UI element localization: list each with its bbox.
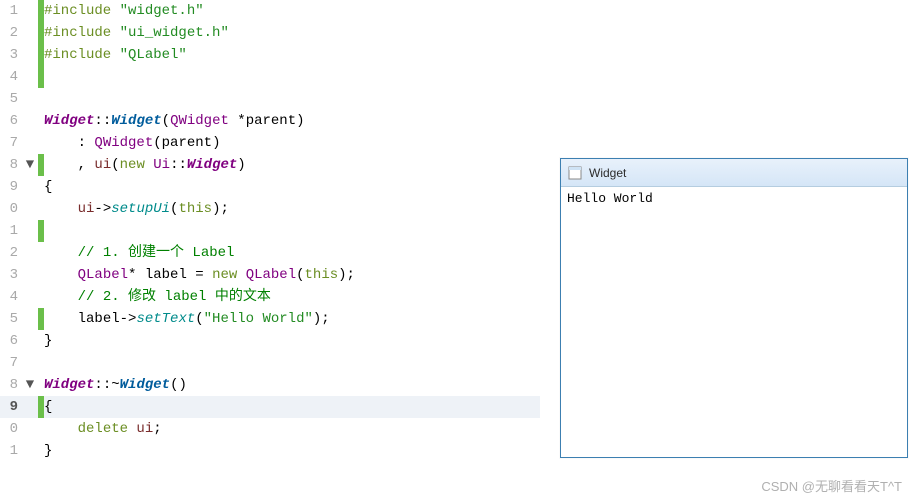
- code-line[interactable]: #include "ui_widget.h": [44, 22, 540, 44]
- code-line[interactable]: Widget::~Widget(): [44, 374, 540, 396]
- line-number: 4: [0, 66, 22, 88]
- window-title: Widget: [589, 166, 626, 180]
- line-number: 4: [0, 286, 22, 308]
- code-line[interactable]: label->setText("Hello World");: [44, 308, 540, 330]
- code-line[interactable]: QLabel* label = new QLabel(this);: [44, 264, 540, 286]
- fold-gutter: [22, 0, 38, 22]
- code-line[interactable]: #include "QLabel": [44, 44, 540, 66]
- line-number: 6: [0, 110, 22, 132]
- app-client-area: Hello World: [561, 187, 907, 210]
- code-line[interactable]: #include "widget.h": [44, 0, 540, 22]
- line-number: 6: [0, 330, 22, 352]
- fold-toggle[interactable]: ▼: [22, 374, 38, 396]
- code-line[interactable]: delete ui;: [44, 418, 540, 440]
- code-line[interactable]: [44, 352, 540, 374]
- code-line[interactable]: {: [44, 396, 540, 418]
- code-line[interactable]: // 2. 修改 label 中的文本: [44, 286, 540, 308]
- code-line[interactable]: Widget::Widget(QWidget *parent): [44, 110, 540, 132]
- code-line[interactable]: [44, 88, 540, 110]
- line-number: 7: [0, 352, 22, 374]
- hello-label: Hello World: [567, 191, 653, 206]
- code-line[interactable]: , ui(new Ui::Widget): [44, 154, 540, 176]
- line-number: 1: [0, 220, 22, 242]
- line-number: 0: [0, 418, 22, 440]
- line-number: 5: [0, 88, 22, 110]
- titlebar[interactable]: Widget: [561, 159, 907, 187]
- code-line[interactable]: }: [44, 440, 540, 462]
- line-number: 0: [0, 198, 22, 220]
- code-line[interactable]: {: [44, 176, 540, 198]
- line-number: 1: [0, 0, 22, 22]
- code-line[interactable]: ui->setupUi(this);: [44, 198, 540, 220]
- line-number: 5: [0, 308, 22, 330]
- code-line[interactable]: [44, 66, 540, 88]
- line-number: 9: [0, 396, 22, 418]
- line-number: 3: [0, 44, 22, 66]
- code-area: 1 #include "widget.h" 2 #include "ui_wid…: [0, 0, 540, 462]
- code-line[interactable]: // 1. 创建一个 Label: [44, 242, 540, 264]
- line-number: 9: [0, 176, 22, 198]
- running-app-window[interactable]: Widget Hello World: [560, 158, 908, 458]
- code-line[interactable]: : QWidget(parent): [44, 132, 540, 154]
- line-number: 3: [0, 264, 22, 286]
- line-number: 1: [0, 440, 22, 462]
- app-icon: [567, 165, 583, 181]
- line-number: 7: [0, 132, 22, 154]
- line-number: 2: [0, 22, 22, 44]
- code-line[interactable]: [44, 220, 540, 242]
- watermark: CSDN @无聊看看天T^T: [761, 476, 902, 495]
- line-number: 8: [0, 374, 22, 396]
- code-editor[interactable]: 1 #include "widget.h" 2 #include "ui_wid…: [0, 0, 540, 462]
- code-line[interactable]: }: [44, 330, 540, 352]
- line-number: 2: [0, 242, 22, 264]
- line-number: 8: [0, 154, 22, 176]
- fold-toggle[interactable]: ▼: [22, 154, 38, 176]
